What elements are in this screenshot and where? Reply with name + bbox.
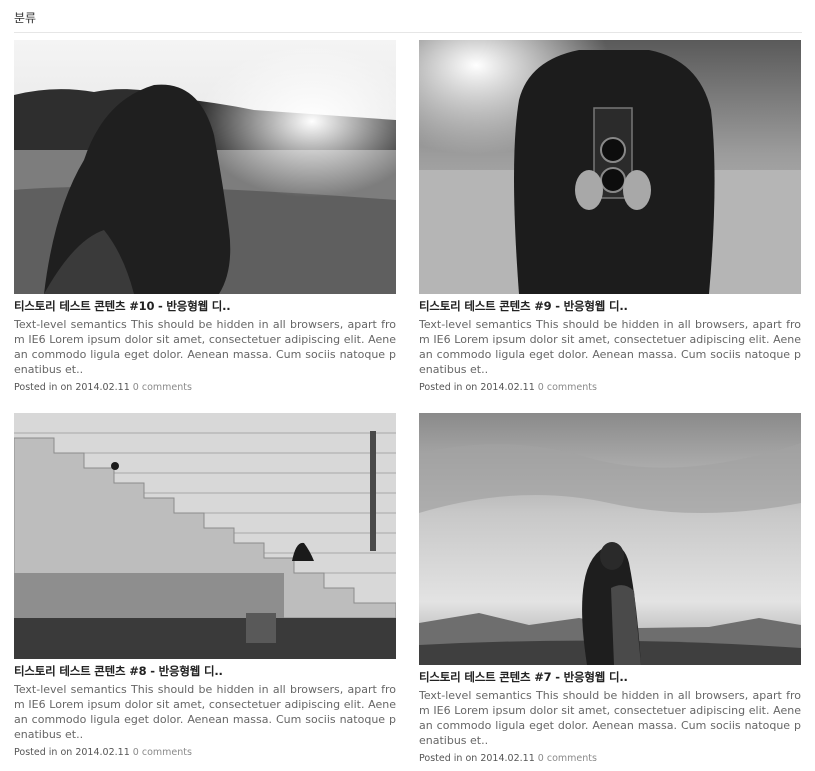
post-date: 2014.02.11	[480, 753, 535, 764]
comments-link[interactable]: 0 comments	[538, 753, 597, 764]
post-meta: Posted in on 2014.02.11 0 comments	[419, 753, 801, 764]
post-thumbnail-camera-man[interactable]	[419, 40, 801, 294]
category-page: 분류 티스토리 테스트 콘텐츠 #10 - 반응형웹 디.. Text-leve…	[0, 0, 815, 771]
on-label: on	[465, 753, 478, 764]
post-card: 티스토리 테스트 콘텐츠 #8 - 반응형웹 디.. Text-level se…	[14, 413, 396, 758]
post-card: 티스토리 테스트 콘텐츠 #10 - 반응형웹 디.. Text-level s…	[14, 40, 396, 393]
post-date: 2014.02.11	[75, 382, 130, 393]
post-date: 2014.02.11	[75, 747, 130, 758]
post-excerpt: Text-level semantics This should be hidd…	[419, 318, 801, 376]
post-card: 티스토리 테스트 콘텐츠 #7 - 반응형웹 디.. Text-level se…	[419, 413, 801, 764]
posted-in-label: Posted in	[419, 382, 463, 393]
post-meta: Posted in on 2014.02.11 0 comments	[419, 382, 801, 393]
comments-link[interactable]: 0 comments	[538, 382, 597, 393]
post-date: 2014.02.11	[480, 382, 535, 393]
post-thumbnail-girl-field[interactable]	[14, 40, 396, 294]
posted-in-label: Posted in	[14, 382, 58, 393]
post-meta: Posted in on 2014.02.11 0 comments	[14, 382, 396, 393]
on-label: on	[60, 382, 73, 393]
post-title[interactable]: 티스토리 테스트 콘텐츠 #8 - 반응형웹 디..	[14, 663, 396, 679]
post-card: 티스토리 테스트 콘텐츠 #9 - 반응형웹 디.. Text-level se…	[419, 40, 801, 393]
category-title: 분류	[14, 11, 37, 25]
post-excerpt: Text-level semantics This should be hidd…	[419, 689, 801, 747]
on-label: on	[465, 382, 478, 393]
on-label: on	[60, 747, 73, 758]
post-excerpt: Text-level semantics This should be hidd…	[14, 683, 396, 741]
post-excerpt: Text-level semantics This should be hidd…	[14, 318, 396, 376]
post-title[interactable]: 티스토리 테스트 콘텐츠 #10 - 반응형웹 디..	[14, 298, 396, 314]
posted-in-label: Posted in	[14, 747, 58, 758]
comments-link[interactable]: 0 comments	[133, 382, 192, 393]
post-title[interactable]: 티스토리 테스트 콘텐츠 #7 - 반응형웹 디..	[419, 669, 801, 685]
category-header: 분류	[14, 0, 802, 33]
post-thumbnail-stone-stairs[interactable]	[14, 413, 396, 659]
posted-in-label: Posted in	[419, 753, 463, 764]
post-meta: Posted in on 2014.02.11 0 comments	[14, 747, 396, 758]
post-title[interactable]: 티스토리 테스트 콘텐츠 #9 - 반응형웹 디..	[419, 298, 801, 314]
comments-link[interactable]: 0 comments	[133, 747, 192, 758]
post-thumbnail-couple-embrace[interactable]	[419, 413, 801, 665]
